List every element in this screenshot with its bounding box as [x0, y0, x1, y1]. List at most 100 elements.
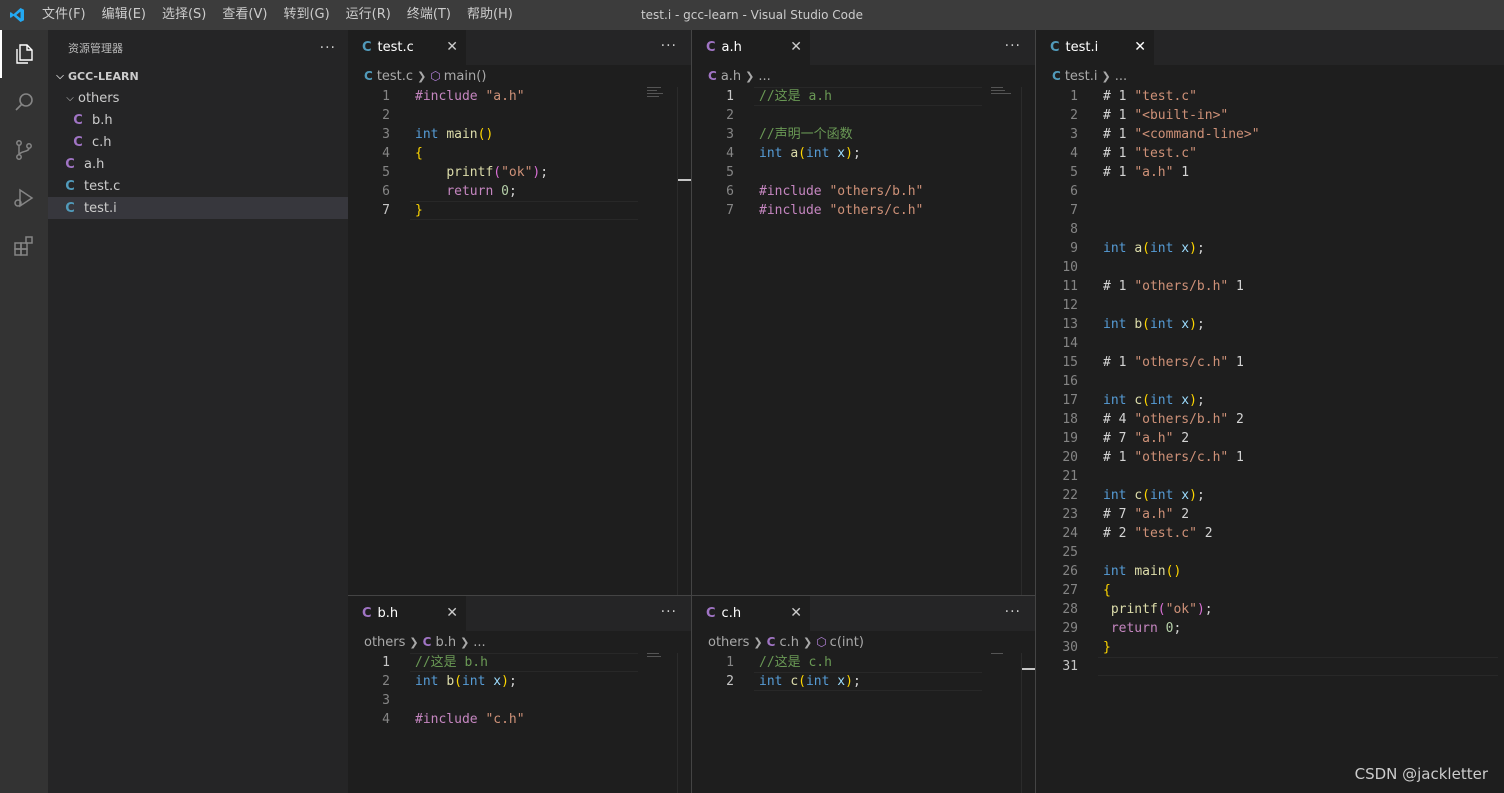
- tree-file-a-h[interactable]: C a.h: [48, 153, 348, 175]
- line-number: 24: [1062, 526, 1078, 541]
- line-number: 9: [1070, 241, 1078, 256]
- line-number: 23: [1062, 507, 1078, 522]
- line-number: 5: [1070, 165, 1078, 180]
- tree-file-b-h[interactable]: C b.h: [48, 109, 348, 131]
- code-line: #include "others/c.h": [759, 203, 924, 218]
- tree-file-c-h[interactable]: C c.h: [48, 131, 348, 153]
- explorer-icon[interactable]: [0, 30, 48, 78]
- minimap[interactable]: [647, 87, 677, 101]
- code-line: int b(int x);: [1103, 317, 1205, 332]
- tab-b-h[interactable]: C b.h ✕: [348, 596, 466, 631]
- minimap[interactable]: [647, 653, 677, 667]
- breadcrumb-item[interactable]: main(): [444, 69, 487, 84]
- more-actions-icon[interactable]: ···: [1005, 596, 1021, 631]
- chevron-down-icon: ⌵: [56, 70, 64, 82]
- code-line: #include "a.h": [415, 89, 525, 104]
- close-icon[interactable]: ✕: [446, 30, 458, 65]
- breadcrumb-item[interactable]: test.c: [377, 69, 413, 84]
- code-editor[interactable]: 1 //这是 c.h 2 int c(int x);: [692, 653, 1035, 793]
- menu-terminal[interactable]: 终端(T): [399, 0, 459, 30]
- tree-item-label: b.h: [92, 112, 113, 128]
- search-icon[interactable]: [0, 78, 48, 126]
- menu-help[interactable]: 帮助(H): [459, 0, 521, 30]
- line-number: 20: [1062, 450, 1078, 465]
- code-editor[interactable]: 1 //这是 a.h 2 3 //声明一个函数 4 int a(int x); 5 6…: [692, 87, 1035, 595]
- more-actions-icon[interactable]: ···: [1005, 30, 1021, 65]
- code-editor[interactable]: 1 //这是 b.h 2 int b(int x); 3 4 #include "c.…: [348, 653, 691, 793]
- breadcrumb: others ❯ C b.h ❯ ...: [348, 631, 691, 653]
- line-number: 2: [382, 108, 390, 123]
- tree-folder-others[interactable]: ⌵ others: [48, 87, 348, 109]
- extensions-icon[interactable]: [0, 222, 48, 270]
- vertical-scrollbar[interactable]: [1021, 653, 1035, 793]
- more-actions-icon[interactable]: ···: [661, 596, 677, 631]
- c-source-file-icon: C: [364, 69, 373, 83]
- close-icon[interactable]: ✕: [790, 30, 802, 65]
- editor-group-b-h: C b.h ✕ ··· others ❯ C b.h ❯ ... 1 //这是 b…: [348, 596, 691, 793]
- more-actions-icon[interactable]: ···: [320, 40, 336, 56]
- tab-test-c[interactable]: C test.c ✕: [348, 30, 466, 65]
- code-line: #include "others/b.h": [759, 184, 924, 199]
- close-icon[interactable]: ✕: [1134, 30, 1146, 65]
- tree-file-test-i[interactable]: C test.i: [48, 197, 348, 219]
- tree-item-label: others: [78, 90, 120, 106]
- code-editor[interactable]: 1 #include "a.h" 2 3 int main() 4 { 5 print…: [348, 87, 691, 595]
- editor-group-test-i: C test.i ✕ C test.i ❯ ... 1 # 1 "test.c" …: [1036, 30, 1504, 793]
- breadcrumb-item[interactable]: others: [364, 635, 405, 650]
- group-divider[interactable]: [1035, 30, 1036, 793]
- breadcrumb: others ❯ C c.h ❯ ⬡ c(int): [692, 631, 1035, 653]
- menu-file[interactable]: 文件(F): [34, 0, 94, 30]
- run-debug-icon[interactable]: [0, 174, 48, 222]
- breadcrumb-item[interactable]: ...: [758, 69, 770, 84]
- source-control-icon[interactable]: [0, 126, 48, 174]
- breadcrumb-item[interactable]: c.h: [779, 635, 799, 650]
- breadcrumb-item[interactable]: c(int): [830, 635, 864, 650]
- vertical-scrollbar[interactable]: [1021, 87, 1035, 595]
- minimap[interactable]: [991, 653, 1021, 667]
- line-number: 1: [382, 655, 390, 670]
- line-number: 13: [1062, 317, 1078, 332]
- group-divider[interactable]: [691, 30, 692, 793]
- tab-a-h[interactable]: C a.h ✕: [692, 30, 810, 65]
- menu-run[interactable]: 运行(R): [338, 0, 399, 30]
- c-header-file-icon: C: [706, 606, 716, 621]
- line-number: 31: [1062, 659, 1078, 674]
- code-editor[interactable]: 1 # 1 "test.c" 2 # 1 "<built-in>" 3 # 1 "<c…: [1036, 87, 1504, 793]
- code-line: //声明一个函数: [759, 127, 853, 142]
- breadcrumb-item[interactable]: ...: [473, 635, 485, 650]
- breadcrumb-item[interactable]: a.h: [721, 69, 741, 84]
- breadcrumb-item[interactable]: ...: [1115, 69, 1127, 84]
- menu-go[interactable]: 转到(G): [275, 0, 337, 30]
- c-header-file-icon: C: [422, 635, 432, 649]
- scrollbar-thumb[interactable]: [1022, 668, 1035, 670]
- chevron-down-icon: ⌵: [66, 92, 74, 104]
- line-number: 4: [382, 712, 390, 727]
- breadcrumb-item[interactable]: test.i: [1065, 69, 1098, 84]
- vertical-scrollbar[interactable]: [677, 653, 691, 793]
- tab-c-h[interactable]: C c.h ✕: [692, 596, 810, 631]
- tab-label: test.c: [377, 40, 414, 55]
- tree-file-test-c[interactable]: C test.c: [48, 175, 348, 197]
- menu-selection[interactable]: 选择(S): [154, 0, 214, 30]
- close-icon[interactable]: ✕: [790, 596, 802, 631]
- scrollbar-thumb[interactable]: [678, 179, 691, 181]
- breadcrumb-item[interactable]: others: [708, 635, 749, 650]
- more-actions-icon[interactable]: ···: [661, 30, 677, 65]
- breadcrumb-item[interactable]: b.h: [435, 635, 456, 650]
- line-number: 3: [1070, 127, 1078, 142]
- minimap[interactable]: [991, 87, 1021, 101]
- code-line: }: [415, 203, 423, 218]
- tab-label: c.h: [721, 606, 742, 621]
- tab-bar: C a.h ✕ ···: [692, 30, 1035, 65]
- menu-view[interactable]: 查看(V): [214, 0, 275, 30]
- vertical-scrollbar[interactable]: [677, 87, 691, 595]
- workspace-root[interactable]: ⌵ GCC-LEARN: [48, 65, 348, 87]
- code-line: }: [1103, 640, 1111, 655]
- close-icon[interactable]: ✕: [446, 596, 458, 631]
- menu-edit[interactable]: 编辑(E): [94, 0, 154, 30]
- c-header-file-icon: C: [708, 69, 717, 83]
- tab-test-i[interactable]: C test.i ✕: [1036, 30, 1154, 65]
- watermark: CSDN @jackletter: [1354, 765, 1488, 783]
- group-divider[interactable]: [348, 595, 1035, 596]
- line-number: 1: [726, 655, 734, 670]
